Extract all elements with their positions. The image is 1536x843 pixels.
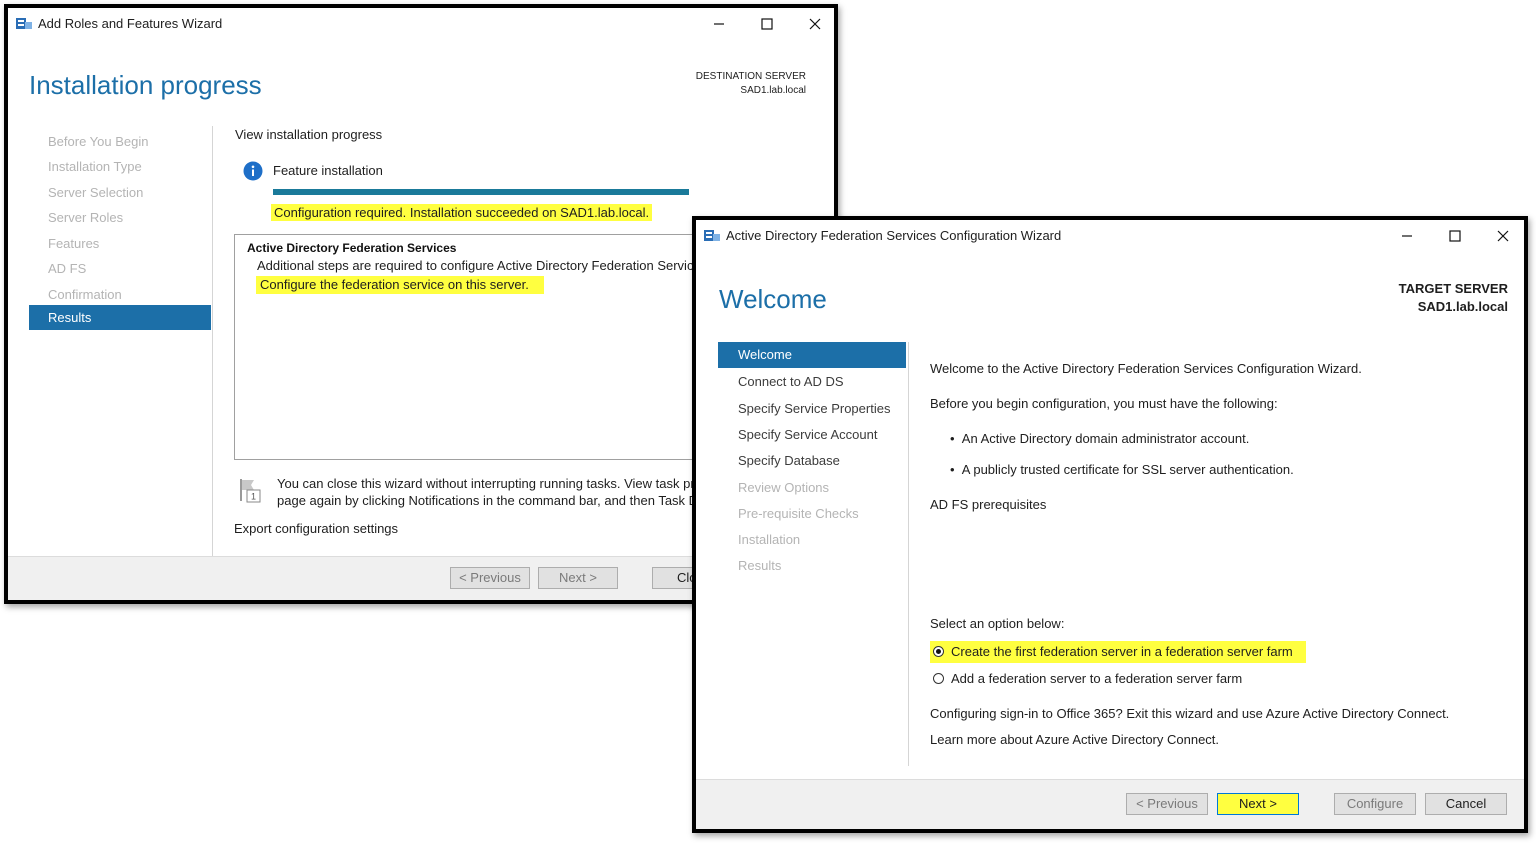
nav-service-properties[interactable]: Specify Service Properties [718,399,906,419]
target-server-label: TARGET SERVER [1398,281,1508,296]
installation-status: Configuration required. Installation suc… [271,204,653,221]
close-icon [809,18,821,30]
nav-installation: Installation [738,532,801,547]
nav-divider [212,126,213,556]
close-wizard-note-line2: page again by clicking Notifications in … [277,493,706,508]
info-icon [243,161,263,181]
select-option-label: Select an option below: [930,616,1065,631]
notification-flag-icon: 1 [240,479,261,503]
minimize-icon [714,23,724,25]
button-bar: < Previous Next > Configure Cancel [696,779,1524,829]
maximize-button[interactable] [744,8,790,40]
wizard-nav: Before You Begin Installation Type Serve… [29,128,211,338]
page-title: Installation progress [29,70,262,100]
radio-add-server[interactable] [933,673,944,684]
nav-specify-database[interactable]: Specify Database [718,451,906,471]
title-bar[interactable]: Active Directory Federation Services Con… [696,220,1524,252]
before-begin-text: Before you begin configuration, you must… [930,396,1278,411]
page-title: Welcome [719,284,827,314]
nav-review-options: Review Options [738,480,830,495]
nav-results[interactable]: Results [29,305,211,330]
svg-text:1: 1 [251,492,256,502]
adfs-prerequisites-link[interactable]: AD FS prerequisites [930,497,1046,512]
prereq-bullet-2-text: A publicly trusted certificate for SSL s… [961,462,1294,477]
close-wizard-note-line1: You can close this wizard without interr… [277,476,710,491]
cancel-button[interactable]: Cancel [1425,793,1507,815]
option-add-server[interactable]: Add a federation server to a federation … [930,668,1306,690]
nav-installation-type: Installation Type [48,159,142,174]
results-box-title: Active Directory Federation Services [247,241,457,255]
nav-divider [908,342,909,766]
nav-service-account[interactable]: Specify Service Account [718,425,906,445]
adfs-configuration-wizard-window: Active Directory Federation Services Con… [692,216,1528,833]
previous-button[interactable]: < Previous [450,567,530,589]
bullet-icon: • [950,462,962,477]
export-configuration-link[interactable]: Export configuration settings [234,521,398,536]
next-button[interactable]: Next > [538,567,618,589]
results-box-line: Additional steps are required to configu… [257,258,708,273]
nav-server-selection: Server Selection [48,185,144,200]
target-server-name: SAD1.lab.local [1417,298,1508,314]
radio-create-first-server[interactable] [933,646,944,657]
title-bar[interactable]: Add Roles and Features Wizard [8,8,834,40]
maximize-icon [1449,230,1461,242]
maximize-icon [761,18,773,30]
option-create-first-server-label: Create the first federation server in a … [951,644,1293,659]
close-button[interactable] [792,8,838,40]
nav-server-roles: Server Roles [48,210,124,225]
nav-connect-ad-ds[interactable]: Connect to AD DS [718,372,906,392]
nav-features: Features [48,236,100,251]
destination-server-info: DESTINATION SERVER SAD1.lab.local [696,70,806,97]
prereq-bullet-1-text: An Active Directory domain administrator… [961,431,1250,446]
nav-prerequisite-checks: Pre-requisite Checks [738,506,859,521]
option-create-first-server[interactable]: Create the first federation server in a … [930,641,1306,663]
bullet-icon: • [950,431,962,446]
nav-welcome[interactable]: Welcome [718,342,906,368]
close-icon [1497,230,1509,242]
minimize-button[interactable] [696,8,742,40]
nav-confirmation: Confirmation [48,287,122,302]
configure-federation-link[interactable]: Configure the federation service on this… [256,276,544,294]
close-button[interactable] [1480,220,1526,252]
installation-progress-bar [273,189,689,195]
previous-button[interactable]: < Previous [1126,793,1208,815]
server-manager-icon [16,18,32,29]
window-title: Add Roles and Features Wizard [38,16,223,31]
maximize-button[interactable] [1432,220,1478,252]
wizard-nav: Welcome Connect to AD DS Specify Service… [718,342,906,582]
feature-installation-label: Feature installation [273,163,383,178]
view-progress-label: View installation progress [235,127,383,142]
prereq-bullet-2: • A publicly trusted certificate for SSL… [950,462,1294,477]
minimize-icon [1402,235,1412,237]
nav-results: Results [738,558,782,573]
prereq-bullet-1: • An Active Directory domain administrat… [950,431,1249,446]
option-add-server-label: Add a federation server to a federation … [951,671,1243,686]
window-title: Active Directory Federation Services Con… [726,228,1062,243]
welcome-intro: Welcome to the Active Directory Federati… [930,361,1362,376]
server-manager-icon [704,230,720,241]
destination-server-name: SAD1.lab.local [740,84,806,96]
progress-fill [273,189,689,195]
azure-ad-connect-link[interactable]: Learn more about Azure Active Directory … [930,732,1219,747]
destination-server-label: DESTINATION SERVER [695,71,806,82]
nav-before-you-begin: Before You Begin [48,134,149,149]
next-button[interactable]: Next > [1217,793,1299,815]
minimize-button[interactable] [1384,220,1430,252]
nav-ad-fs: AD FS [48,261,87,276]
configure-button[interactable]: Configure [1334,793,1416,815]
office365-note: Configuring sign-in to Office 365? Exit … [930,706,1450,721]
target-server-info: TARGET SERVER SAD1.lab.local [1399,280,1508,315]
